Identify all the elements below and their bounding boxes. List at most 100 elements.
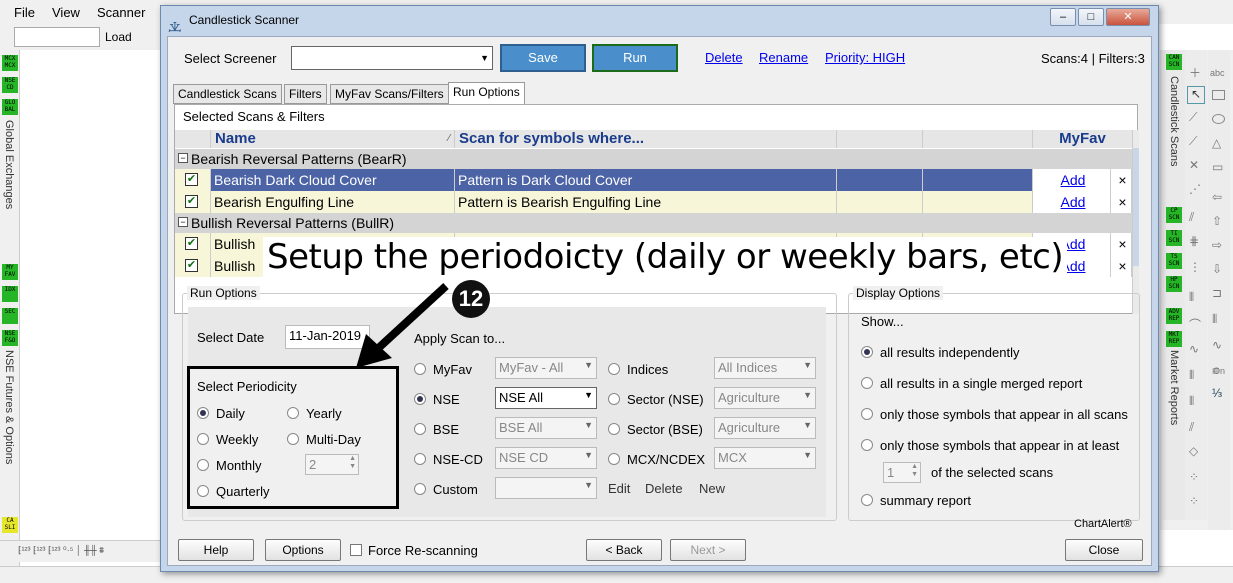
arrow-left-icon[interactable]: ⇦ xyxy=(1212,190,1222,204)
tab-filters[interactable]: Filters xyxy=(284,84,327,104)
display-option-label[interactable]: only those symbols that appear in all sc… xyxy=(880,407,1128,422)
nse-cd-label[interactable]: NSE-CD xyxy=(433,452,483,467)
checkbox-icon[interactable]: ✔ xyxy=(185,237,198,250)
display-option-label[interactable]: only those symbols that appear in at lea… xyxy=(880,438,1119,453)
checkbox-icon[interactable]: ✔ xyxy=(185,173,198,186)
remove-icon[interactable]: × xyxy=(1111,233,1132,255)
cp-scn-icon[interactable]: CP SCN xyxy=(1166,207,1182,223)
display-option-radio[interactable] xyxy=(861,494,873,506)
adv-rep-icon[interactable]: ADV REP xyxy=(1166,308,1182,324)
group-row-bearish[interactable]: − Bearish Reversal Patterns (BearR) xyxy=(175,149,1132,169)
sector-bse-label[interactable]: Sector (BSE) xyxy=(627,422,703,437)
collapse-icon[interactable]: − xyxy=(178,153,188,163)
add-link[interactable]: Add xyxy=(1033,169,1111,191)
table-row[interactable]: ✔ Bearish Dark Cloud Cover Pattern is Da… xyxy=(175,169,1132,191)
remove-icon[interactable]: × xyxy=(1111,169,1132,191)
arrow-down-icon[interactable]: ⇩ xyxy=(1212,262,1222,276)
sector-bse-radio[interactable] xyxy=(608,423,620,435)
custom-radio[interactable] xyxy=(414,483,426,495)
cross-icon[interactable]: ✕ xyxy=(1189,158,1199,172)
rename-link[interactable]: Rename xyxy=(759,50,808,65)
delete-link[interactable]: Delete xyxy=(705,50,743,65)
ts-scn-icon[interactable]: TS SCN xyxy=(1166,253,1182,269)
indices-radio[interactable] xyxy=(608,363,620,375)
indices-select[interactable]: All Indices ▼ xyxy=(714,357,816,379)
display-option-label[interactable]: all results in a single merged report xyxy=(880,376,1082,391)
minimize-button[interactable]: – xyxy=(1050,8,1076,26)
add-link[interactable]: Add xyxy=(1033,191,1111,213)
collapse-icon[interactable]: − xyxy=(178,217,188,227)
global-icon[interactable]: GLO BAL xyxy=(2,99,18,115)
dash-icon[interactable]: ▭ xyxy=(1212,160,1223,174)
sl-icon[interactable]: ⟋ xyxy=(1189,134,1197,149)
arc-icon[interactable]: ⌒ xyxy=(1189,316,1201,333)
back-button[interactable]: < Back xyxy=(586,539,662,561)
tab-run-options[interactable]: Run Options xyxy=(448,82,525,104)
display-option-label[interactable]: summary report xyxy=(880,493,971,508)
ellipse-icon[interactable] xyxy=(1212,114,1225,124)
maximize-button[interactable]: □ xyxy=(1078,8,1104,26)
grid-icon[interactable]: ⋕ xyxy=(1189,234,1199,248)
close-button[interactable]: Close xyxy=(1065,539,1143,561)
menu-view[interactable]: View xyxy=(52,5,80,20)
checkbox-icon[interactable]: ✔ xyxy=(185,195,198,208)
cursor-icon[interactable]: ↖ xyxy=(1187,86,1205,104)
help-button[interactable]: Help xyxy=(178,539,254,561)
run-button[interactable]: Run xyxy=(592,44,678,72)
calc-icon[interactable]: CA SLI xyxy=(2,517,18,533)
line-icon[interactable]: ⟋ xyxy=(1189,110,1197,125)
bse-select[interactable]: BSE All ▼ xyxy=(495,417,597,439)
display-option-radio[interactable] xyxy=(861,377,873,389)
remove-icon[interactable]: × xyxy=(1111,191,1132,213)
display-option-radio[interactable] xyxy=(861,408,873,420)
arrow-up-icon[interactable]: ⇧ xyxy=(1212,214,1222,228)
force-rescan-label[interactable]: Force Re-scanning xyxy=(368,543,478,558)
mcx-select[interactable]: MCX ▼ xyxy=(714,447,816,469)
dots-icon[interactable]: ⁘ xyxy=(1189,470,1199,484)
nse-fo-icon[interactable]: NSE F&O xyxy=(2,330,18,346)
mcx-icon[interactable]: MCX MCX xyxy=(2,55,18,71)
channel-icon[interactable]: ⫽ xyxy=(1189,210,1194,225)
priority-link[interactable]: Priority: HIGH xyxy=(825,50,905,65)
ti-scn-icon[interactable]: TI SCN xyxy=(1166,230,1182,246)
mkt-rep-icon[interactable]: MKT REP xyxy=(1166,331,1182,347)
grid-scan-header[interactable]: Scan for symbols where... xyxy=(455,130,837,148)
vlines2-icon[interactable]: ⦀ xyxy=(1189,394,1194,409)
plus-icon[interactable]: ＋ xyxy=(1189,64,1201,81)
save-button[interactable]: Save xyxy=(500,44,586,72)
scroll-thumb[interactable] xyxy=(1133,148,1139,266)
display-option-radio[interactable] xyxy=(861,439,873,451)
price-tool-icon[interactable]: ⅓ xyxy=(1212,386,1222,400)
fib-icon[interactable]: ⋮ xyxy=(1189,260,1201,274)
close-window-button[interactable]: ✕ xyxy=(1106,8,1150,26)
nse-cd-select[interactable]: NSE CD ▼ xyxy=(495,447,597,469)
custom-select[interactable]: ▼ xyxy=(495,477,597,499)
menu-file[interactable]: File xyxy=(14,5,35,20)
sector-nse-select[interactable]: Agriculture ▼ xyxy=(714,387,816,409)
myfav-icon[interactable]: MY FAV xyxy=(2,264,18,280)
mcx-ncdex-radio[interactable] xyxy=(608,453,620,465)
stepper-arrows-icon[interactable]: ▲ ▼ xyxy=(911,463,918,479)
sector-nse-label[interactable]: Sector (NSE) xyxy=(627,392,704,407)
chart-tools-icon[interactable]: ⁅¹²³ ⁅¹²³ ⁅¹²³ ⁰·⁵ │ ╫╫ ⩩ xyxy=(18,545,104,556)
symbol-input[interactable] xyxy=(14,27,100,47)
triangle-icon[interactable]: △ xyxy=(1212,136,1221,150)
dots2-icon[interactable]: ⁘ xyxy=(1189,494,1199,508)
lines3-icon[interactable]: ⦀ xyxy=(1212,312,1217,327)
new-custom-button[interactable]: New xyxy=(699,481,725,496)
tab-myfav[interactable]: MyFav Scans/Filters xyxy=(330,84,449,104)
tab-candlestick-scans[interactable]: Candlestick Scans xyxy=(173,84,282,104)
sector-nse-radio[interactable] xyxy=(608,393,620,405)
edit-custom-button[interactable]: Edit xyxy=(608,481,630,496)
group-row-bullish[interactable]: − Bullish Reversal Patterns (BullR) xyxy=(175,213,1132,233)
force-rescan-checkbox[interactable] xyxy=(350,544,362,556)
screener-select[interactable]: ▼ xyxy=(291,46,493,70)
display-option-label[interactable]: all results independently xyxy=(880,345,1019,360)
display-option-radio[interactable] xyxy=(861,346,873,358)
bracket-icon[interactable]: ⊐ xyxy=(1212,286,1222,300)
arrow-right-icon[interactable]: ⇨ xyxy=(1212,238,1222,252)
speedline-icon[interactable]: ⫽ xyxy=(1189,420,1194,435)
vlines-icon[interactable]: ⦀ xyxy=(1189,368,1194,383)
hp-scn-icon[interactable]: HP SCN xyxy=(1166,276,1182,292)
text-tool-icon[interactable]: abc xyxy=(1210,68,1225,78)
